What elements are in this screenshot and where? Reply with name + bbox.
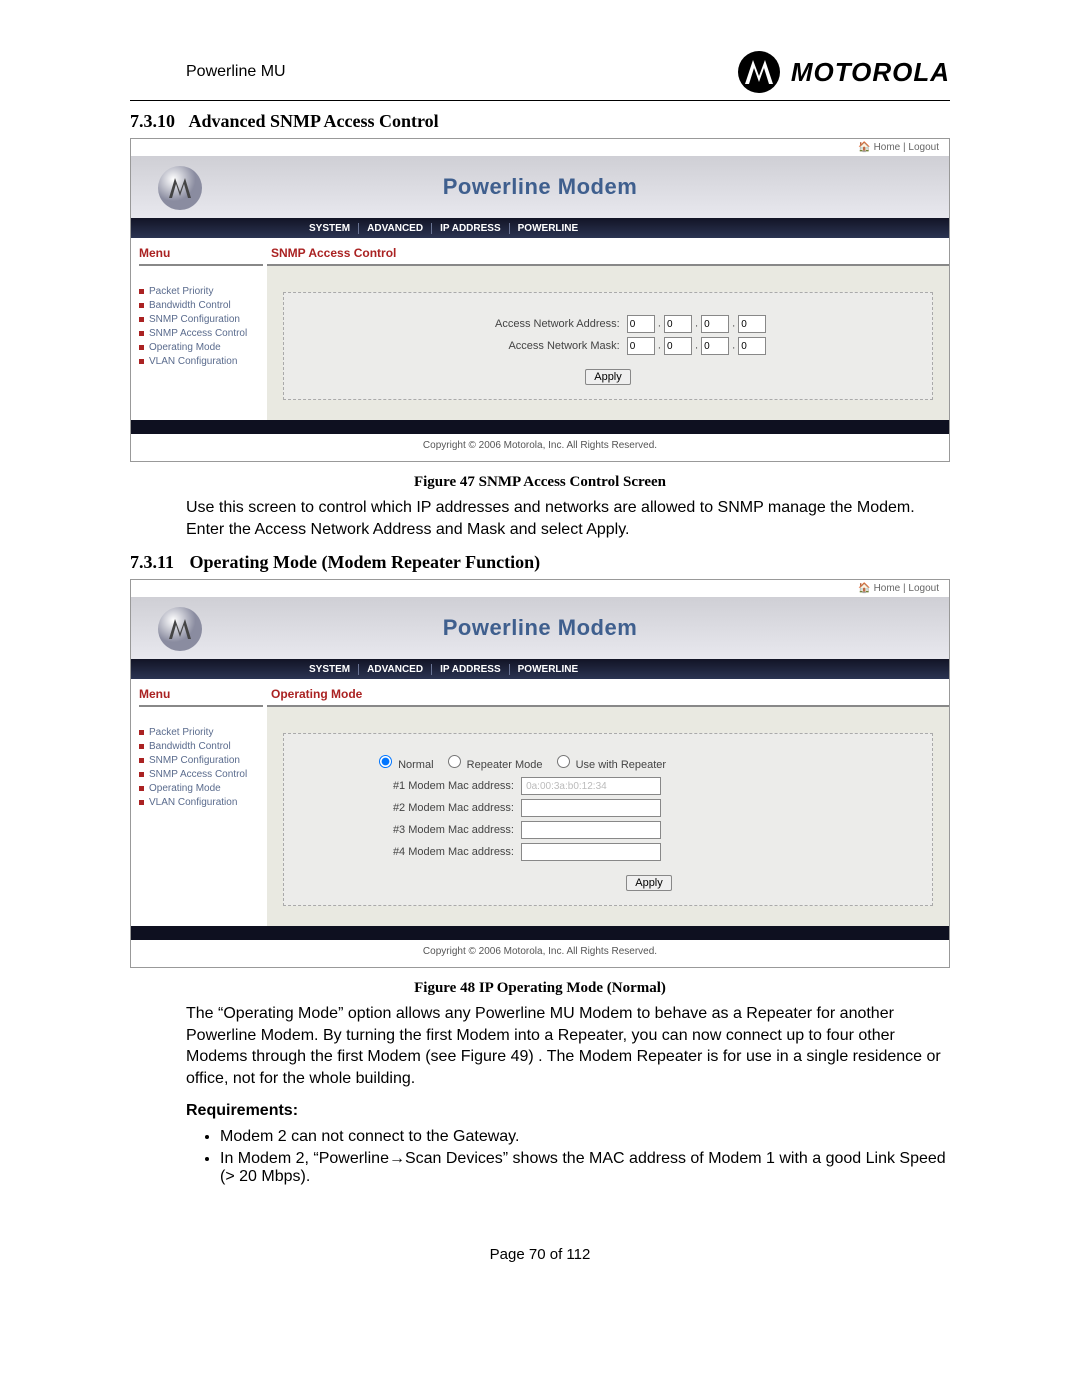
sidebar-item-snmp-access-control-2[interactable]: SNMP Access Control — [139, 769, 263, 780]
mac4-input[interactable] — [521, 843, 661, 861]
banner-ball-icon-2 — [156, 605, 204, 653]
motorola-logo: MOTOROLA — [737, 50, 950, 94]
apply-button-1[interactable]: Apply — [585, 369, 631, 385]
sidebar-item-packet-priority[interactable]: Packet Priority — [139, 286, 263, 297]
mac1-label: #1 Modem Mac address: — [374, 780, 514, 792]
nav-ip-2[interactable]: IP ADDRESS — [431, 664, 509, 675]
sidebar-item-vlan-configuration[interactable]: VLAN Configuration — [139, 356, 263, 367]
addr-oct-2[interactable] — [664, 315, 692, 333]
logout-link-2[interactable]: Logout — [908, 583, 939, 594]
mask-oct-3[interactable] — [701, 337, 729, 355]
topbar: 🏠 Home | Logout — [131, 139, 949, 156]
paragraph-2: The “Operating Mode” option allows any P… — [186, 1003, 950, 1089]
section-title-1: Advanced SNMP Access Control — [189, 111, 439, 131]
section-num-1: 7.3.10 — [130, 111, 185, 132]
mac4-label: #4 Modem Mac address: — [374, 846, 514, 858]
figure-caption-1: Figure 47 SNMP Access Control Screen — [130, 474, 950, 491]
mac2-input[interactable] — [521, 799, 661, 817]
section-title-2: Operating Mode (Modem Repeater Function) — [190, 552, 541, 572]
mac2-label: #2 Modem Mac address: — [374, 802, 514, 814]
nav-bar: SYSTEM ADVANCED IP ADDRESS POWERLINE — [131, 218, 949, 238]
sidebar-item-operating-mode[interactable]: Operating Mode — [139, 342, 263, 353]
sidebar-item-snmp-configuration-2[interactable]: SNMP Configuration — [139, 755, 263, 766]
nav-system[interactable]: SYSTEM — [301, 223, 358, 234]
logout-link[interactable]: Logout — [908, 142, 939, 153]
mask-oct-1[interactable] — [627, 337, 655, 355]
nav-advanced[interactable]: ADVANCED — [358, 223, 431, 234]
section-heading-2: 7.3.11 Operating Mode (Modem Repeater Fu… — [130, 552, 950, 573]
footer-bar-2 — [131, 926, 949, 940]
req-item-2: In Modem 2, “Powerline→Scan Devices” sho… — [220, 1150, 950, 1186]
panel2-head: Operating Mode — [267, 679, 949, 707]
sidebar-item-bandwidth-control-2[interactable]: Bandwidth Control — [139, 741, 263, 752]
panel1-head: SNMP Access Control — [267, 238, 949, 266]
apply-button-2[interactable]: Apply — [626, 875, 672, 891]
mask-oct-4[interactable] — [738, 337, 766, 355]
addr-oct-1[interactable] — [627, 315, 655, 333]
radio-normal[interactable] — [379, 755, 392, 768]
sidebar-item-bandwidth-control[interactable]: Bandwidth Control — [139, 300, 263, 311]
brand-word: MOTOROLA — [791, 57, 950, 88]
nav-advanced-2[interactable]: ADVANCED — [358, 664, 431, 675]
copyright-1: Copyright © 2006 Motorola, Inc. All Righ… — [131, 434, 949, 461]
menu-head: Menu — [139, 246, 263, 266]
radio-use-repeater[interactable] — [557, 755, 570, 768]
snmp-panel: 🏠 Home | Logout Powerline Modem SYSTEM A… — [130, 138, 950, 462]
figure-caption-2: Figure 48 IP Operating Mode (Normal) — [130, 980, 950, 997]
footer-bar — [131, 420, 949, 434]
banner-title: Powerline Modem — [131, 174, 949, 200]
product-label: Powerline MU — [130, 63, 286, 81]
addr-oct-3[interactable] — [701, 315, 729, 333]
opmode-panel: 🏠 Home | Logout Powerline Modem SYSTEM A… — [130, 579, 950, 968]
nav-system-2[interactable]: SYSTEM — [301, 664, 358, 675]
sidebar-item-snmp-access-control[interactable]: SNMP Access Control — [139, 328, 263, 339]
sidebar-item-snmp-configuration[interactable]: SNMP Configuration — [139, 314, 263, 325]
menu-head-2: Menu — [139, 687, 263, 707]
mask-oct-2[interactable] — [664, 337, 692, 355]
opt-use-repeater: Use with Repeater — [576, 759, 667, 771]
addr-label: Access Network Address: — [450, 318, 620, 330]
mac1-input[interactable] — [521, 777, 661, 795]
motorola-icon — [737, 50, 781, 94]
divider — [130, 100, 950, 101]
opt-normal: Normal — [398, 759, 433, 771]
banner-ball-icon — [156, 164, 204, 212]
requirements-label: Requirements: — [186, 1102, 950, 1120]
paragraph-1: Use this screen to control which IP addr… — [186, 497, 950, 540]
topbar-2: 🏠 Home | Logout — [131, 580, 949, 597]
mac3-label: #3 Modem Mac address: — [374, 824, 514, 836]
home-link[interactable]: Home — [874, 142, 901, 153]
banner-title-2: Powerline Modem — [131, 615, 949, 641]
mac3-input[interactable] — [521, 821, 661, 839]
sidebar-item-packet-priority-2[interactable]: Packet Priority — [139, 727, 263, 738]
sidebar-item-vlan-configuration-2[interactable]: VLAN Configuration — [139, 797, 263, 808]
opt-repeater: Repeater Mode — [467, 759, 543, 771]
radio-repeater[interactable] — [448, 755, 461, 768]
mask-label: Access Network Mask: — [450, 340, 620, 352]
nav-powerline-2[interactable]: POWERLINE — [509, 664, 587, 675]
home-link-2[interactable]: Home — [874, 583, 901, 594]
req-item-1: Modem 2 can not connect to the Gateway. — [220, 1128, 950, 1146]
section-num-2: 7.3.11 — [130, 552, 185, 573]
addr-oct-4[interactable] — [738, 315, 766, 333]
copyright-2: Copyright © 2006 Motorola, Inc. All Righ… — [131, 940, 949, 967]
nav-ip[interactable]: IP ADDRESS — [431, 223, 509, 234]
page-number: Page 70 of 112 — [130, 1246, 950, 1263]
requirements-list: Modem 2 can not connect to the Gateway. … — [200, 1128, 950, 1186]
nav-bar-2: SYSTEM ADVANCED IP ADDRESS POWERLINE — [131, 659, 949, 679]
sidebar-item-operating-mode-2[interactable]: Operating Mode — [139, 783, 263, 794]
section-heading-1: 7.3.10 Advanced SNMP Access Control — [130, 111, 950, 132]
nav-powerline[interactable]: POWERLINE — [509, 223, 587, 234]
